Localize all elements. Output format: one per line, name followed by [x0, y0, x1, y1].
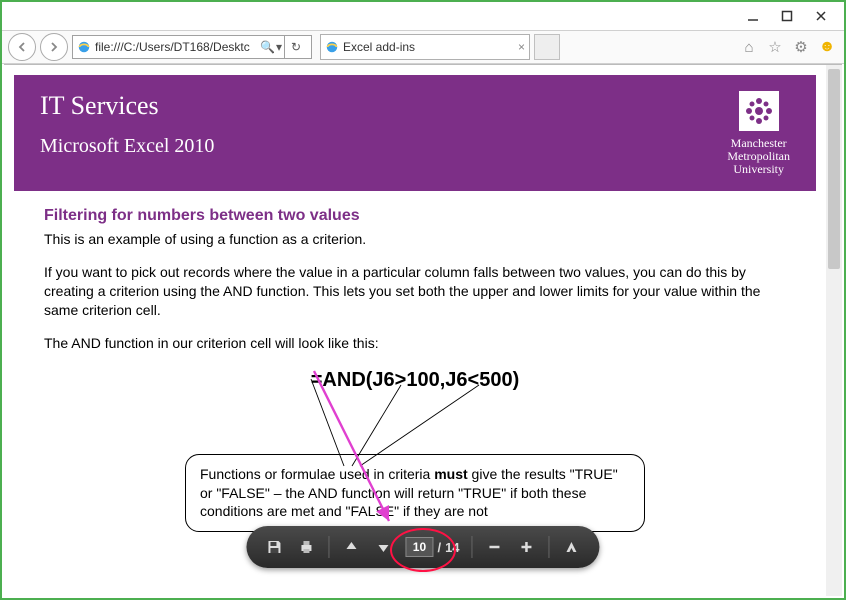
save-icon[interactable] — [264, 537, 284, 557]
tab-close-icon[interactable]: × — [518, 40, 525, 54]
scrollbar-thumb[interactable] — [828, 69, 840, 269]
section-heading: Filtering for numbers between two values — [44, 205, 786, 227]
total-pages: 14 — [445, 540, 459, 555]
separator — [328, 536, 329, 558]
university-logo-icon — [739, 91, 779, 131]
ie-icon — [77, 40, 91, 54]
favorites-icon[interactable]: ☆ — [764, 36, 786, 58]
prev-page-icon[interactable] — [341, 537, 361, 557]
paragraph: This is an example of using a function a… — [44, 230, 786, 249]
separator — [472, 536, 473, 558]
address-text: file:///C:/Users/DT168/Desktc — [95, 40, 260, 54]
browser-tab[interactable]: Excel add-ins × — [320, 34, 530, 60]
back-button[interactable] — [8, 33, 36, 61]
page-slash: / — [437, 540, 441, 555]
university-logo-block: Manchester Metropolitan University — [727, 91, 790, 177]
address-dropdown[interactable]: ▾ — [274, 40, 284, 54]
adobe-icon[interactable] — [562, 537, 582, 557]
separator — [549, 536, 550, 558]
banner-brand: IT Services — [40, 91, 727, 121]
search-icon[interactable]: 🔍 — [260, 40, 274, 54]
vertical-scrollbar[interactable] — [826, 65, 842, 596]
feedback-icon[interactable]: ☻ — [816, 36, 838, 58]
next-page-icon[interactable] — [373, 537, 393, 557]
forward-button[interactable] — [40, 33, 68, 61]
titlebar — [2, 2, 844, 30]
pdf-page: IT Services Microsoft Excel 2010 Manches… — [14, 75, 816, 586]
print-icon[interactable] — [296, 537, 316, 557]
home-icon[interactable]: ⌂ — [738, 36, 760, 58]
document-body: Filtering for numbers between two values… — [14, 191, 816, 547]
maximize-button[interactable] — [770, 5, 804, 27]
minimize-button[interactable] — [736, 5, 770, 27]
callout-box: Functions or formulae used in criteria m… — [185, 454, 645, 533]
current-page-input[interactable] — [405, 537, 433, 557]
callout-text: Functions or formulae used in criteria — [200, 466, 434, 482]
tab-title: Excel add-ins — [343, 40, 415, 54]
close-button[interactable] — [804, 5, 838, 27]
pdf-toolbar: / 14 — [246, 526, 599, 568]
uni-name-3: University — [727, 163, 790, 176]
zoom-in-icon[interactable] — [517, 537, 537, 557]
browser-toolbar: file:///C:/Users/DT168/Desktc 🔍 ▾ ↻ Exce… — [2, 30, 844, 64]
paragraph: If you want to pick out records where th… — [44, 263, 786, 320]
content-viewport: IT Services Microsoft Excel 2010 Manches… — [4, 64, 842, 596]
address-bar[interactable]: file:///C:/Users/DT168/Desktc 🔍 ▾ ↻ — [72, 35, 312, 59]
document-banner: IT Services Microsoft Excel 2010 Manches… — [14, 75, 816, 191]
window-frame: file:///C:/Users/DT168/Desktc 🔍 ▾ ↻ Exce… — [0, 0, 846, 600]
page-indicator: / 14 — [405, 537, 459, 557]
ie-icon — [325, 40, 339, 54]
banner-subtitle: Microsoft Excel 2010 — [40, 135, 727, 158]
settings-icon[interactable]: ⚙ — [790, 36, 812, 58]
callout-bold: must — [434, 466, 467, 482]
refresh-button[interactable]: ↻ — [284, 36, 307, 58]
new-tab-button[interactable] — [534, 34, 560, 60]
paragraph: The AND function in our criterion cell w… — [44, 334, 786, 353]
formula-text: =AND(J6>100,J6<500) — [44, 367, 786, 394]
zoom-out-icon[interactable] — [485, 537, 505, 557]
